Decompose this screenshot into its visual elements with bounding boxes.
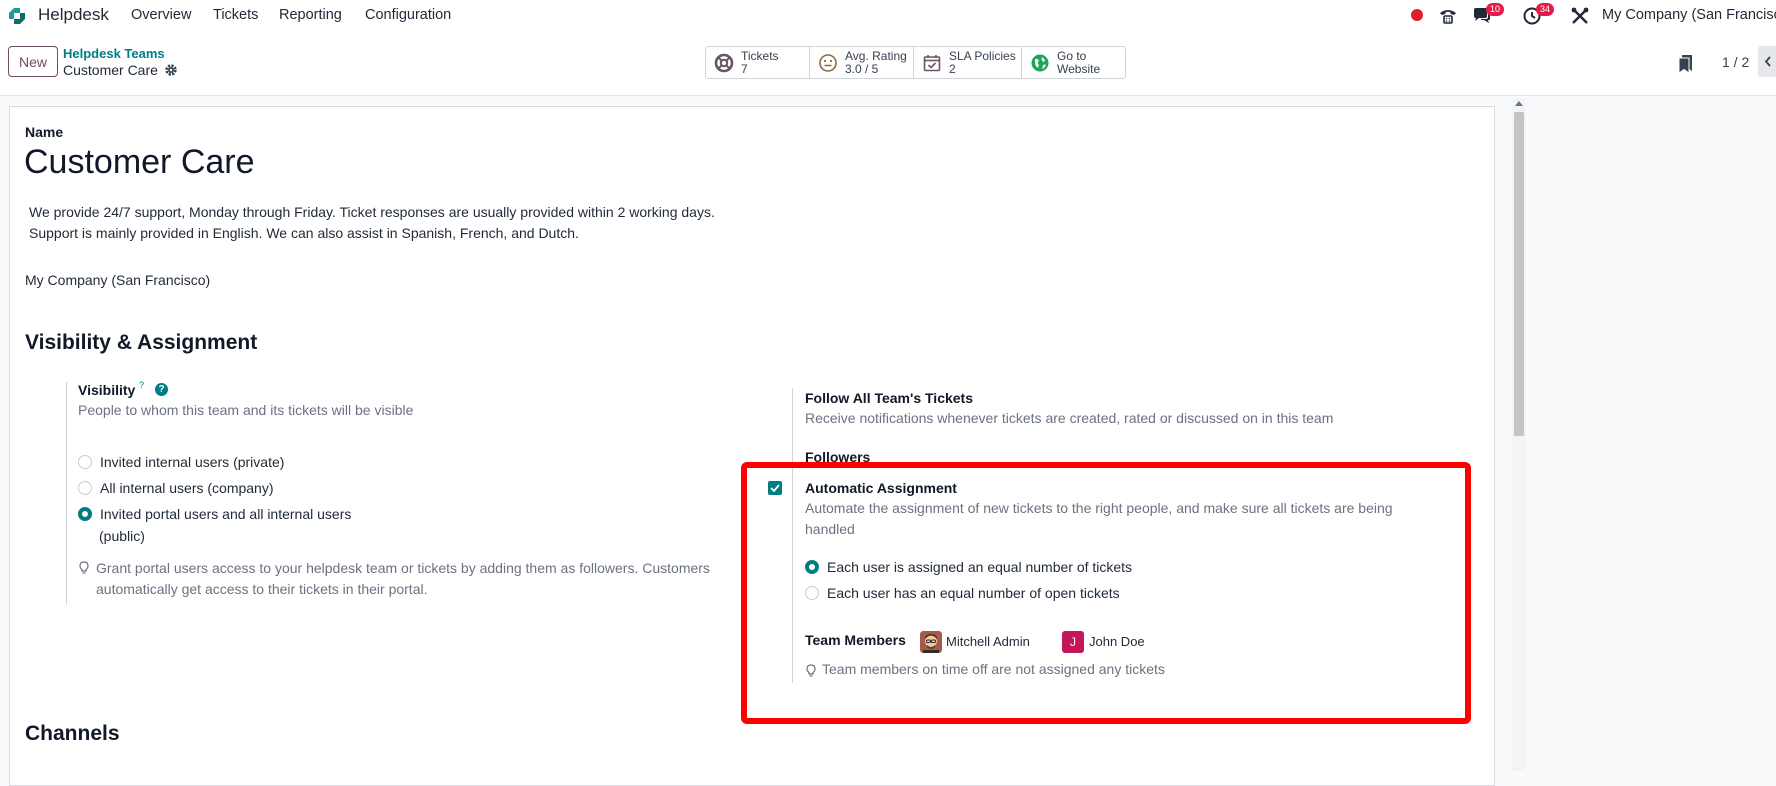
- smart-button-website[interactable]: Go to Website: [1022, 47, 1125, 78]
- visibility-tooltip-mark[interactable]: ?: [139, 380, 144, 390]
- smiley-icon: [819, 53, 837, 72]
- visibility-label: Visibility: [78, 382, 136, 398]
- section-channels: Channels: [25, 722, 120, 745]
- menu-overview[interactable]: Overview: [131, 7, 191, 23]
- radio-company[interactable]: [78, 481, 92, 495]
- smart-button-rating[interactable]: Avg. Rating 3.0 / 5: [810, 47, 914, 78]
- company-switcher[interactable]: My Company (San Francisco: [1602, 7, 1776, 23]
- menu-configuration[interactable]: Configuration: [365, 7, 451, 23]
- gear-icon[interactable]: [164, 63, 178, 77]
- smart-button-sla-label: SLA Policies: [949, 48, 1016, 63]
- visibility-description: People to whom this team and its tickets…: [78, 402, 414, 418]
- radio-private[interactable]: [78, 455, 92, 469]
- visibility-option-company-label: All internal users (company): [100, 480, 274, 496]
- follow-all-label: Follow All Team's Tickets: [805, 390, 974, 406]
- team-name-field[interactable]: Customer Care: [24, 143, 255, 182]
- pager-value[interactable]: 1 / 2: [1722, 54, 1749, 70]
- scrollbar-thumb[interactable]: [1514, 112, 1524, 436]
- visibility-hint: Grant portal users access to your helpde…: [96, 558, 710, 600]
- app-name[interactable]: Helpdesk: [38, 5, 109, 25]
- description-field[interactable]: We provide 24/7 support, Monday through …: [29, 202, 715, 244]
- smart-button-rating-label: Avg. Rating: [845, 48, 907, 63]
- smart-button-tickets-value: 7: [741, 61, 748, 76]
- chat-badge: 10: [1486, 3, 1505, 16]
- company-field[interactable]: My Company (San Francisco): [25, 272, 210, 288]
- smart-buttons: Tickets 7 Avg. Rating 3.0 / 5 SLA Polici…: [705, 46, 1126, 79]
- follow-all-description: Receive notifications whenever tickets a…: [805, 410, 1334, 426]
- visibility-option-company[interactable]: All internal users (company): [78, 480, 274, 496]
- new-button[interactable]: New: [8, 46, 58, 77]
- visibility-option-public[interactable]: Invited portal users and all internal us…: [78, 506, 351, 522]
- section-visibility-assignment: Visibility & Assignment: [25, 331, 258, 354]
- visibility-option-private[interactable]: Invited internal users (private): [78, 454, 284, 470]
- visibility-option-private-label: Invited internal users (private): [100, 454, 285, 470]
- smart-button-tickets-label: Tickets: [741, 48, 779, 63]
- description-line-2: Support is mainly provided in English. W…: [29, 225, 579, 241]
- smart-button-tickets[interactable]: Tickets 7: [706, 47, 810, 78]
- pager-previous-button[interactable]: [1758, 46, 1776, 77]
- lifebuoy-icon: [714, 53, 734, 72]
- menu-tickets[interactable]: Tickets: [213, 7, 258, 23]
- calendar-check-icon: [923, 54, 941, 71]
- scroll-up-arrow[interactable]: [1515, 101, 1523, 106]
- smart-button-website-value: Website: [1057, 61, 1101, 76]
- activity-badge: 34: [1536, 3, 1555, 16]
- smart-button-sla-value: 2: [949, 61, 956, 76]
- breadcrumb-current: Customer Care: [63, 62, 158, 78]
- visibility-option-public-label: Invited portal users and all internal us…: [100, 506, 352, 522]
- visibility-hint-line-2: automatically get access to their ticket…: [96, 581, 428, 597]
- chevron-left-icon: [1764, 56, 1771, 67]
- smart-button-website-label: Go to: [1057, 48, 1087, 63]
- help-icon[interactable]: ?: [155, 383, 168, 396]
- menu-reporting[interactable]: Reporting: [279, 7, 342, 23]
- smart-button-rating-value: 3.0 / 5: [845, 61, 879, 76]
- breadcrumb-parent[interactable]: Helpdesk Teams: [63, 46, 165, 61]
- recording-dot-icon[interactable]: [1410, 8, 1424, 22]
- name-label: Name: [25, 124, 64, 140]
- column-divider: [66, 382, 67, 605]
- helpdesk-logo-icon[interactable]: [6, 5, 28, 27]
- bookmark-icon[interactable]: [1677, 54, 1693, 74]
- lightbulb-icon: [79, 561, 89, 574]
- smart-button-sla[interactable]: SLA Policies 2: [914, 47, 1022, 78]
- control-panel: New Helpdesk Teams Customer Care Tickets…: [0, 30, 1776, 96]
- highlight-annotation-box: [741, 462, 1471, 724]
- phone-icon[interactable]: [1438, 6, 1458, 26]
- radio-public[interactable]: [78, 507, 92, 521]
- top-navbar: Helpdesk Overview Tickets Reporting Conf…: [0, 0, 1776, 30]
- visibility-hint-line-1: Grant portal users access to your helpde…: [96, 560, 710, 576]
- globe-icon: [1031, 54, 1049, 71]
- description-line-1: We provide 24/7 support, Monday through …: [29, 204, 715, 220]
- visibility-option-public-label-cont: (public): [99, 528, 145, 544]
- debug-tools-icon[interactable]: [1570, 6, 1590, 26]
